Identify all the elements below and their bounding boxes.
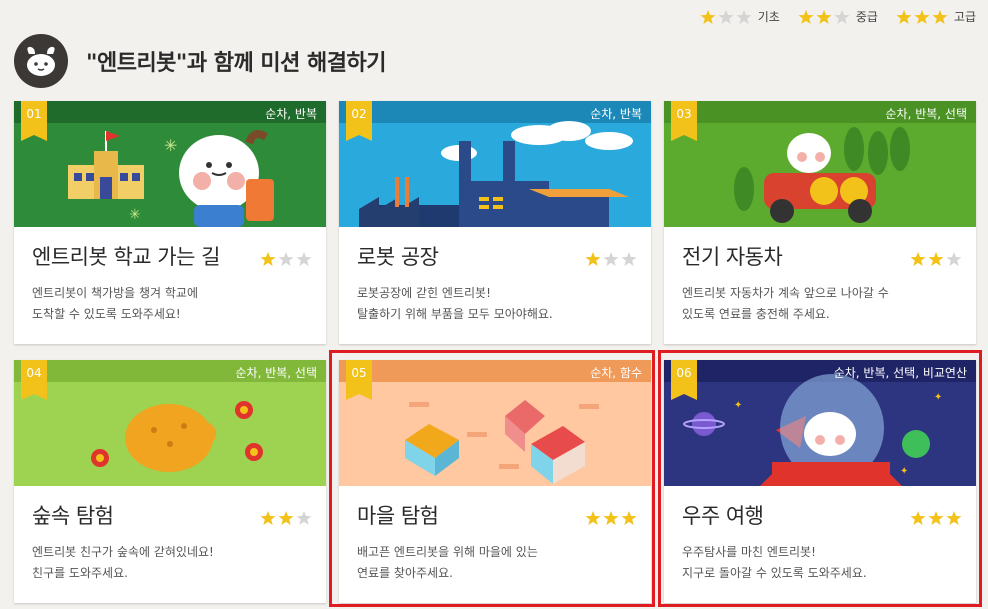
mission-body: 로봇 공장 로봇공장에 갇힌 엔트리봇! 탈출하기 위해 부품을 모두 모아야해… bbox=[339, 227, 651, 325]
description-line-1: 엔트리봇 자동차가 계속 앞으로 나아갈 수 bbox=[682, 286, 889, 300]
star-filled-icon bbox=[798, 9, 814, 25]
mission-number-badge: 04 bbox=[21, 360, 47, 400]
star-filled-icon bbox=[278, 510, 294, 526]
star-filled-icon bbox=[260, 251, 276, 267]
star-empty-icon bbox=[718, 9, 734, 25]
concept-tags: 순차, 반복 bbox=[590, 107, 642, 121]
difficulty-legend: 기초 중급 고급 bbox=[700, 8, 976, 25]
concept-tags: 순차, 반복, 선택 bbox=[885, 107, 968, 121]
difficulty-stars bbox=[910, 251, 962, 267]
description-line-1: 엔트리봇이 책가방을 챙겨 학교에 bbox=[32, 286, 199, 300]
svg-text:✳: ✳ bbox=[164, 136, 177, 155]
description-line-1: 로봇공장에 갇힌 엔트리봇! bbox=[357, 286, 491, 300]
highlight-box bbox=[658, 350, 982, 607]
highlight-box bbox=[329, 350, 655, 607]
star-empty-icon bbox=[603, 251, 619, 267]
star-filled-icon bbox=[260, 510, 276, 526]
legend-intermediate: 중급 bbox=[798, 8, 878, 25]
star-empty-icon bbox=[736, 9, 752, 25]
mission-page: 기초 중급 고급 "엔트리봇"과 함께 미션 해결하기 ✳ ✳ 순차, 반복 0… bbox=[0, 0, 988, 609]
mission-description: 엔트리봇이 책가방을 챙겨 학교에 도착할 수 있도록 도와주세요! bbox=[32, 283, 310, 325]
legend-label-intermediate: 중급 bbox=[855, 10, 878, 24]
star-empty-icon bbox=[834, 9, 850, 25]
difficulty-stars bbox=[260, 251, 312, 267]
star-filled-icon bbox=[700, 9, 716, 25]
star-empty-icon bbox=[621, 251, 637, 267]
star-filled-icon bbox=[896, 9, 912, 25]
mission-body: 숲속 탐험 엔트리봇 친구가 숲속에 갇혀있네요! 친구를 도와주세요. bbox=[14, 486, 326, 584]
mission-description: 엔트리봇 친구가 숲속에 갇혀있네요! 친구를 도와주세요. bbox=[32, 542, 310, 584]
mission-banner-4: 순차, 반복, 선택 04 bbox=[14, 360, 326, 486]
mission-number-badge: 01 bbox=[21, 101, 47, 141]
star-filled-icon bbox=[932, 9, 948, 25]
star-empty-icon bbox=[278, 251, 294, 267]
star-empty-icon bbox=[946, 251, 962, 267]
mission-description: 엔트리봇 자동차가 계속 앞으로 나아갈 수 있도록 연료를 충전해 주세요. bbox=[682, 283, 960, 325]
mission-banner-3: 순차, 반복, 선택 03 bbox=[664, 101, 976, 227]
concept-tags: 순차, 반복 bbox=[265, 107, 317, 121]
description-line-2: 있도록 연료를 충전해 주세요. bbox=[682, 307, 830, 321]
star-empty-icon bbox=[296, 510, 312, 526]
mission-card-1[interactable]: ✳ ✳ 순차, 반복 01 엔트리봇 학교 가는 길 엔트리봇이 책가방을 챙겨… bbox=[14, 101, 326, 344]
legend-label-advanced: 고급 bbox=[953, 10, 976, 24]
star-filled-icon bbox=[914, 9, 930, 25]
description-line-2: 도착할 수 있도록 도와주세요! bbox=[32, 307, 181, 321]
legend-stars-intermediate bbox=[798, 9, 850, 25]
description-line-2: 친구를 도와주세요. bbox=[32, 566, 128, 580]
mission-card-2[interactable]: 순차, 반복 02 로봇 공장 로봇공장에 갇힌 엔트리봇! 탈출하기 위해 부… bbox=[339, 101, 651, 344]
legend-advanced: 고급 bbox=[896, 8, 976, 25]
entrybot-logo-icon bbox=[14, 34, 68, 88]
mission-body: 전기 자동차 엔트리봇 자동차가 계속 앞으로 나아갈 수 있도록 연료를 충전… bbox=[664, 227, 976, 325]
svg-text:✳: ✳ bbox=[129, 207, 141, 223]
page-header: "엔트리봇"과 함께 미션 해결하기 bbox=[14, 34, 387, 88]
mission-number-badge: 03 bbox=[671, 101, 697, 141]
mission-card-3[interactable]: 순차, 반복, 선택 03 전기 자동차 엔트리봇 자동차가 계속 앞으로 나아… bbox=[664, 101, 976, 344]
mission-description: 로봇공장에 갇힌 엔트리봇! 탈출하기 위해 부품을 모두 모아야해요. bbox=[357, 283, 635, 325]
legend-stars-basic bbox=[700, 9, 752, 25]
difficulty-stars bbox=[260, 510, 312, 526]
page-title: "엔트리봇"과 함께 미션 해결하기 bbox=[86, 51, 387, 76]
star-filled-icon bbox=[585, 251, 601, 267]
star-empty-icon bbox=[296, 251, 312, 267]
mission-number-badge: 02 bbox=[346, 101, 372, 141]
description-line-1: 엔트리봇 친구가 숲속에 갇혀있네요! bbox=[32, 545, 214, 559]
legend-stars-advanced bbox=[896, 9, 948, 25]
description-line-2: 탈출하기 위해 부품을 모두 모아야해요. bbox=[357, 307, 553, 321]
mission-card-4[interactable]: 순차, 반복, 선택 04 숲속 탐험 엔트리봇 친구가 숲속에 갇혀있네요! … bbox=[14, 360, 326, 603]
star-filled-icon bbox=[910, 251, 926, 267]
concept-tags: 순차, 반복, 선택 bbox=[235, 366, 318, 380]
star-filled-icon bbox=[928, 251, 944, 267]
mission-body: 엔트리봇 학교 가는 길 엔트리봇이 책가방을 챙겨 학교에 도착할 수 있도록… bbox=[14, 227, 326, 325]
star-filled-icon bbox=[816, 9, 832, 25]
legend-label-basic: 기초 bbox=[757, 10, 780, 24]
legend-basic: 기초 bbox=[700, 8, 780, 25]
mission-banner-2: 순차, 반복 02 bbox=[339, 101, 651, 227]
difficulty-stars bbox=[585, 251, 637, 267]
mission-banner-1: ✳ ✳ 순차, 반복 01 bbox=[14, 101, 326, 227]
